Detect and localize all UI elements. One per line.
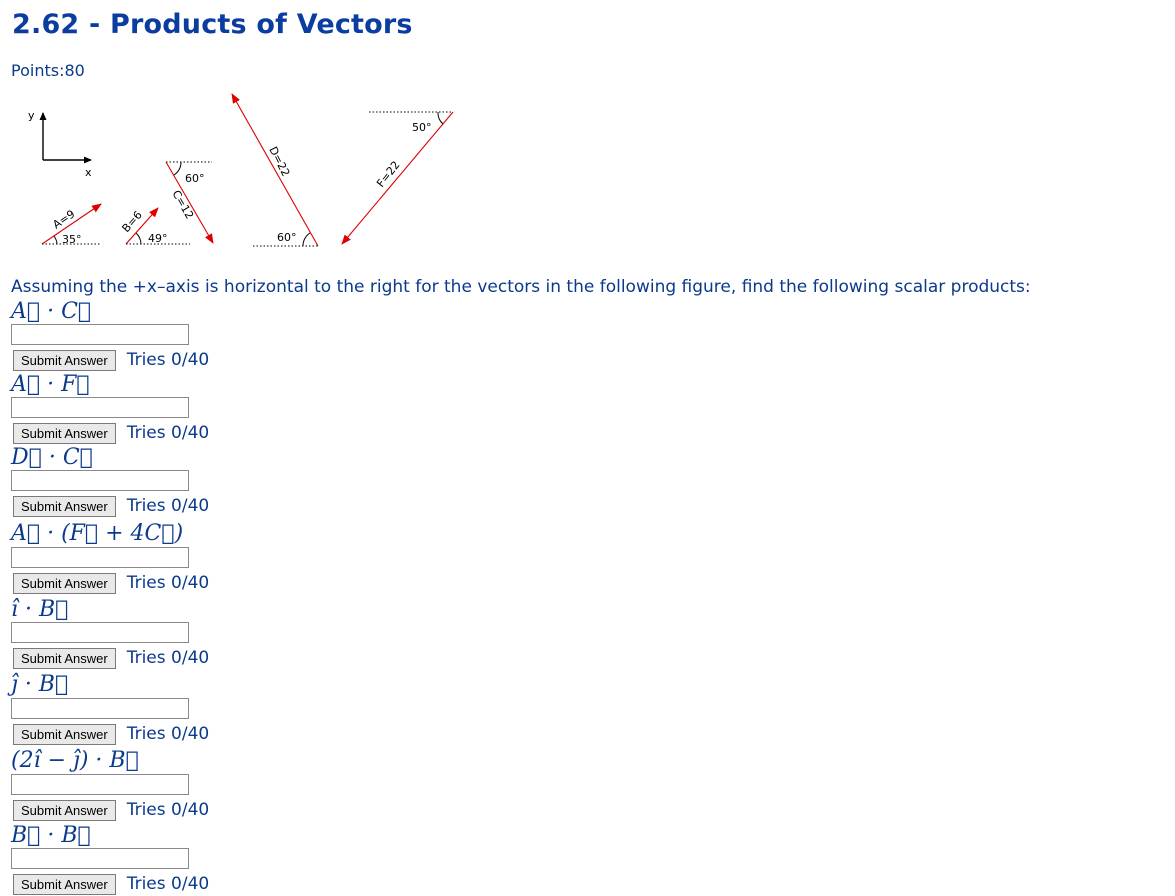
expression-label: ĵ · B⃗: [11, 672, 69, 697]
submit-answer-button[interactable]: Submit Answer: [13, 572, 116, 594]
answer-input[interactable]: [11, 622, 189, 643]
question-block: ĵ · B⃗ Submit Answer Tries 0/40: [11, 671, 411, 746]
question-block: A⃗ · (F⃗ + 4C⃗) Submit Answer Tries 0/40: [11, 520, 411, 595]
submit-answer-button[interactable]: Submit Answer: [13, 723, 116, 745]
question-block: A⃗ · C⃗ Submit Answer Tries 0/40: [11, 300, 411, 372]
expression-label: î · B⃗: [11, 597, 69, 622]
submit-answer-button[interactable]: Submit Answer: [13, 422, 116, 444]
vector-figure: y x A=9 35° B=6 49° C=12 60° D=22 60° F=…: [28, 93, 454, 247]
expression-label: A⃗ · C⃗: [11, 299, 92, 324]
axes-group: y x: [28, 109, 92, 179]
tries-counter: Tries 0/40: [126, 496, 210, 516]
answer-input[interactable]: [11, 470, 189, 491]
question-block: î · B⃗ Submit Answer Tries 0/40: [11, 598, 411, 670]
answer-input[interactable]: [11, 848, 189, 869]
expression-label: A⃗ · (F⃗ + 4C⃗): [11, 521, 184, 546]
expression-label: (2î − ĵ) · B⃗: [11, 748, 139, 773]
answer-input[interactable]: [11, 774, 189, 795]
tries-counter: Tries 0/40: [126, 874, 210, 894]
vector-f-angle: 50°: [412, 121, 432, 134]
submit-answer-button[interactable]: Submit Answer: [13, 495, 116, 517]
vector-a-angle: 35°: [62, 233, 82, 246]
tries-counter: Tries 0/40: [126, 350, 210, 370]
submit-answer-button[interactable]: Submit Answer: [13, 799, 116, 821]
question-block: D⃗ · C⃗ Submit Answer Tries 0/40: [11, 446, 411, 518]
vector-c-angle: 60°: [185, 172, 205, 185]
points-label: Points:80: [11, 61, 85, 80]
expression-label: A⃗ · F⃗: [11, 372, 90, 397]
x-axis-label: x: [85, 166, 92, 179]
vector-a-label: A=9: [50, 207, 77, 231]
vector-b-label: B=6: [119, 209, 144, 235]
answer-input[interactable]: [11, 397, 189, 418]
submit-answer-button[interactable]: Submit Answer: [13, 349, 116, 371]
vector-d-angle: 60°: [277, 231, 297, 244]
vector-a: A=9 35°: [41, 203, 102, 246]
vector-c-label: C=12: [169, 188, 196, 221]
tries-counter: Tries 0/40: [126, 573, 210, 593]
tries-counter: Tries 0/40: [126, 724, 210, 744]
question-block: B⃗ · B⃗ Submit Answer Tries 0/40: [11, 824, 411, 896]
submit-answer-button[interactable]: Submit Answer: [13, 873, 116, 895]
page-title: 2.62 - Products of Vectors: [12, 9, 413, 40]
question-block: (2î − ĵ) · B⃗ Submit Answer Tries 0/40: [11, 747, 411, 822]
tries-counter: Tries 0/40: [126, 648, 210, 668]
vector-b: B=6 49°: [119, 207, 190, 245]
answer-input[interactable]: [11, 698, 189, 719]
answer-input[interactable]: [11, 324, 189, 345]
vector-b-angle: 49°: [148, 232, 168, 245]
question-prompt: Assuming the +x–axis is horizontal to th…: [11, 277, 1031, 297]
expression-label: D⃗ · C⃗: [11, 445, 93, 470]
tries-counter: Tries 0/40: [126, 800, 210, 820]
question-block: A⃗ · F⃗ Submit Answer Tries 0/40: [11, 373, 411, 445]
vector-c: C=12 60°: [165, 161, 214, 244]
expression-label: B⃗ · B⃗: [11, 823, 91, 848]
answer-input[interactable]: [11, 547, 189, 568]
tries-counter: Tries 0/40: [126, 423, 210, 443]
submit-answer-button[interactable]: Submit Answer: [13, 647, 116, 669]
vector-f: F=22 50°: [341, 111, 454, 245]
vector-d: D=22 60°: [231, 93, 319, 247]
y-axis-label: y: [28, 109, 35, 122]
vector-f-label: F=22: [374, 159, 402, 190]
